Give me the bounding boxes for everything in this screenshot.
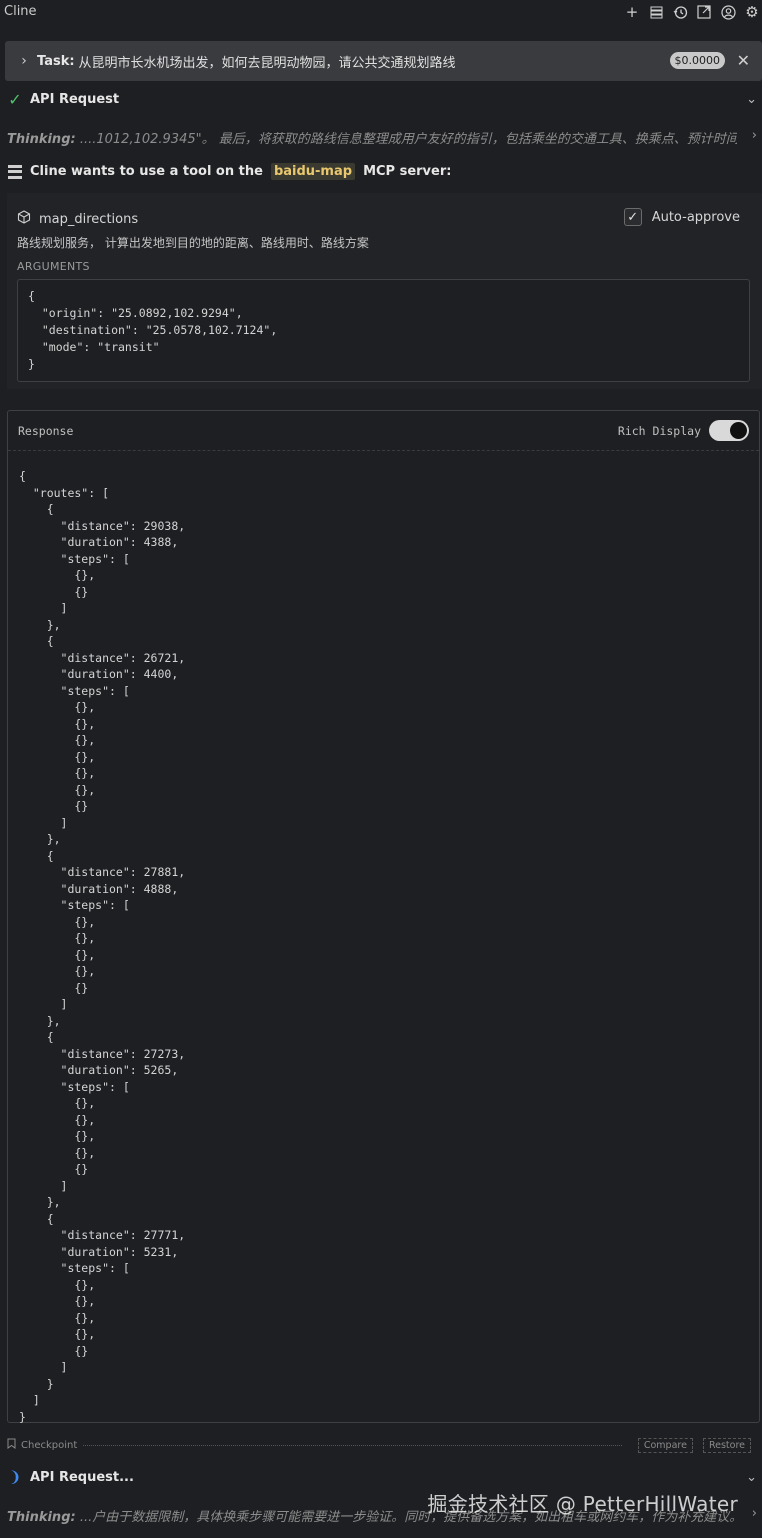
response-header: Response Rich Display — [8, 411, 759, 451]
restore-button[interactable]: Restore — [702, 1437, 751, 1453]
task-header[interactable]: › Task: 从昆明市长水机场出发，如何去昆明动物园，请公共交通规划路线 $0… — [5, 41, 762, 81]
rich-display-toggle[interactable] — [709, 420, 749, 441]
auto-approve-checkbox[interactable]: ✓ Auto-approve — [623, 208, 740, 226]
toggle-knob — [730, 422, 747, 439]
title-bar: Cline + ⚙ — [0, 0, 762, 26]
api-request-label: API Request... — [30, 1469, 134, 1485]
tool-name: map_directions — [39, 211, 139, 227]
history-icon[interactable] — [670, 2, 690, 22]
api-request-row[interactable]: ✓ API Request ⌄ — [0, 88, 762, 110]
rich-display-label: Rich Display — [617, 424, 701, 438]
api-request-row[interactable]: ❩ API Request... ⌄ — [0, 1466, 762, 1488]
popout-icon[interactable] — [694, 2, 714, 22]
auto-approve-label: Auto-approve — [651, 209, 740, 225]
thinking-content: ....1012,102.9345"。 最后，将获取的路线信息整理成用户友好的指… — [79, 132, 737, 147]
chevron-right-icon[interactable]: › — [11, 53, 37, 69]
window-title: Cline — [4, 4, 37, 19]
mcp-request-header: Cline wants to use a tool on the baidu-m… — [8, 163, 451, 180]
mcp-suffix: MCP server: — [363, 164, 452, 179]
arguments-json: { "origin": "25.0892,102.9294", "destina… — [28, 289, 278, 371]
close-icon[interactable]: ✕ — [737, 51, 750, 70]
tool-name-row: map_directions — [17, 210, 138, 228]
toolbar: + ⚙ — [622, 2, 762, 22]
chevron-right-icon[interactable]: › — [752, 128, 757, 143]
checkpoint-row: Checkpoint Compare Restore — [7, 1437, 751, 1453]
checkpoint-label: Checkpoint — [21, 1439, 78, 1451]
chevron-right-icon[interactable]: › — [752, 1506, 757, 1521]
bookmark-icon — [7, 1438, 16, 1452]
arguments-label: ARGUMENTS — [17, 260, 90, 273]
response-label: Response — [18, 424, 74, 438]
chevron-down-icon[interactable]: ⌄ — [746, 92, 757, 107]
mcp-server-name: baidu-map — [270, 163, 356, 180]
task-label: Task: — [37, 53, 75, 69]
checkbox-checked-icon[interactable]: ✓ — [623, 208, 642, 226]
thinking-text[interactable]: Thinking: ....1012,102.9345"。 最后，将获取的路线信… — [7, 128, 737, 147]
cube-icon — [17, 210, 31, 228]
server-icon — [8, 164, 22, 179]
server-icon[interactable] — [646, 2, 666, 22]
watermark: 掘金技术社区 @ PetterHillWater — [427, 1492, 738, 1516]
account-icon[interactable] — [718, 2, 738, 22]
api-request-label: API Request — [30, 91, 120, 107]
arguments-box: { "origin": "25.0892,102.9294", "destina… — [17, 279, 750, 382]
spinner-icon: ❩ — [8, 1468, 22, 1486]
thinking-label: Thinking: — [7, 1510, 76, 1525]
plus-icon[interactable]: + — [622, 2, 642, 22]
response-json: { "routes": [ { "distance": 29038, "dura… — [19, 469, 186, 1424]
cost-badge: $0.0000 — [669, 52, 725, 69]
mcp-prefix: Cline wants to use a tool on the — [30, 164, 263, 179]
tool-panel: map_directions ✓ Auto-approve 路线规划服务， 计算… — [7, 193, 762, 389]
check-icon: ✓ — [8, 89, 22, 109]
settings-icon[interactable]: ⚙ — [742, 2, 762, 22]
task-text: 从昆明市长水机场出发，如何去昆明动物园，请公共交通规划路线 — [78, 55, 456, 71]
compare-button[interactable]: Compare — [637, 1437, 693, 1453]
thinking-label: Thinking: — [7, 132, 76, 147]
response-panel: Response Rich Display { "routes": [ { "d… — [7, 410, 760, 1424]
tool-description: 路线规划服务， 计算出发地到目的地的距离、路线用时、路线方案 — [17, 236, 369, 250]
checkpoint-divider — [83, 1444, 622, 1446]
chevron-down-icon[interactable]: ⌄ — [746, 1470, 757, 1485]
